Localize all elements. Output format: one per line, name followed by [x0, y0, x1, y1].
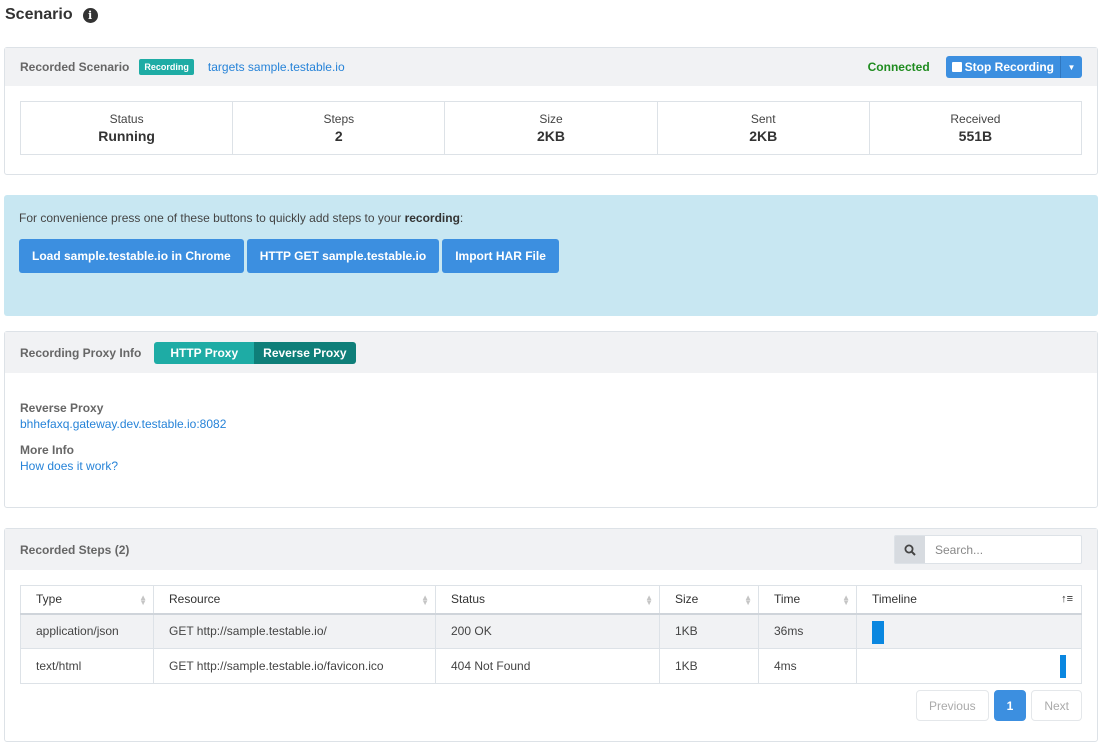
page-title-text: Scenario	[5, 6, 73, 23]
stat-label: Sent	[750, 112, 776, 126]
quick-add-text-bold: recording	[404, 211, 460, 225]
page-1-button[interactable]: 1	[993, 690, 1027, 721]
recording-stats: Status Running Steps 2 Size 2KB Sent 2KB…	[20, 101, 1082, 155]
stop-recording-button[interactable]: Stop Recording	[945, 56, 1060, 78]
sort-ascending-icon: ↑≡	[1061, 593, 1073, 605]
cell-timeline	[856, 648, 1082, 684]
table-row[interactable]: application/json GET http://sample.testa…	[20, 613, 1082, 649]
column-label: Size	[675, 592, 699, 607]
stat-label: Steps	[323, 112, 355, 126]
stop-recording-split-button: Stop Recording ▼	[945, 56, 1082, 78]
stat-status: Status Running	[21, 102, 234, 154]
proxy-info-header: Recording Proxy Info HTTP Proxy Reverse …	[5, 332, 1097, 373]
column-label: Time	[774, 592, 801, 607]
stat-label: Size	[539, 112, 563, 126]
stat-value: 2KB	[537, 128, 566, 144]
previous-page-button[interactable]: Previous	[915, 690, 989, 721]
table-header-row: Type ▲ ▼ Resource ▲ ▼ Status ▲ ▼ Size ▲ ▼ Time ▲ ▼…	[20, 585, 1082, 615]
stat-value: 2KB	[749, 128, 778, 144]
sort-icon: ▲ ▼	[645, 593, 653, 607]
caret-down-icon: ▼	[1067, 62, 1076, 72]
search-group	[894, 535, 1082, 564]
column-label: Type	[36, 592, 63, 607]
column-header-timeline[interactable]: Timeline ↑≡	[856, 585, 1082, 615]
next-page-button[interactable]: Next	[1031, 690, 1082, 721]
recorded-scenario-header: Recorded Scenario Recording targets samp…	[5, 48, 1097, 86]
sort-icon: ▲ ▼	[744, 593, 752, 607]
stat-sent: Sent 2KB	[658, 102, 870, 154]
column-label: Timeline	[872, 592, 917, 607]
recorded-scenario-title: Recorded Scenario	[20, 60, 130, 74]
cell-resource: GET http://sample.testable.io/	[153, 613, 436, 649]
quick-add-text-prefix: For convenience press one of these butto…	[19, 211, 405, 225]
timeline-bar	[1060, 655, 1066, 678]
tab-http-proxy[interactable]: HTTP Proxy	[154, 341, 255, 364]
stat-steps: Steps 2	[233, 102, 446, 154]
stat-value: Running	[98, 128, 155, 144]
column-header-status[interactable]: Status ▲ ▼	[435, 585, 660, 615]
stop-recording-dropdown-toggle[interactable]: ▼	[1060, 56, 1082, 78]
column-header-size[interactable]: Size ▲ ▼	[659, 585, 759, 615]
stat-value: 551B	[958, 128, 993, 144]
sort-icon: ▲ ▼	[421, 593, 429, 607]
cell-time: 36ms	[758, 613, 857, 649]
recorded-scenario-panel: Recorded Scenario Recording targets samp…	[4, 47, 1098, 175]
cell-status: 404 Not Found	[435, 648, 660, 684]
cell-type: application/json	[20, 613, 154, 649]
sort-icon: ▲ ▼	[842, 593, 850, 607]
how-does-it-work-link[interactable]: How does it work?	[20, 459, 118, 473]
quick-add-alert: For convenience press one of these butto…	[4, 195, 1098, 316]
recorded-steps-title: Recorded Steps (2)	[20, 542, 130, 557]
quick-add-text-suffix: :	[459, 211, 464, 225]
column-label: Status	[451, 592, 486, 607]
targets-link[interactable]: targets sample.testable.io	[208, 60, 345, 74]
recorded-steps-panel: Recorded Steps (2) Type ▲▼ Resource ▲▼ Sta…	[4, 528, 1098, 742]
cell-time: 4ms	[758, 648, 857, 684]
connection-status: Connected	[867, 60, 930, 74]
cell-size: 1KB	[659, 613, 759, 649]
column-header-type[interactable]: Type ▲ ▼	[20, 585, 154, 615]
cell-type: text/html	[20, 648, 154, 684]
stop-recording-label: Stop Recording	[964, 60, 1054, 74]
search-icon	[895, 536, 925, 563]
stat-label: Status	[109, 112, 144, 126]
recorded-steps-table: Type ▲ ▼ Resource ▲ ▼ Status ▲ ▼ Size ▲ ▼ Time ▲ ▼…	[20, 585, 1082, 684]
sort-icon: ▲ ▼	[139, 593, 147, 607]
proxy-info-title: Recording Proxy Info	[20, 345, 142, 360]
stop-icon	[951, 62, 962, 72]
stat-received: Received 551B	[870, 102, 1081, 154]
load-in-chrome-button[interactable]: Load sample.testable.io in Chrome	[19, 239, 244, 273]
stat-size: Size 2KB	[445, 102, 658, 154]
cell-size: 1KB	[659, 648, 759, 684]
reverse-proxy-label: Reverse Proxy	[20, 401, 104, 415]
column-label: Resource	[169, 592, 221, 607]
stat-label: Received	[950, 112, 1001, 126]
tab-reverse-proxy[interactable]: Reverse Proxy	[254, 341, 356, 364]
import-har-button[interactable]: Import HAR File	[442, 239, 559, 273]
proxy-type-toggle: HTTP Proxy Reverse Proxy	[154, 341, 356, 364]
cell-status: 200 OK	[435, 613, 660, 649]
column-header-time[interactable]: Time ▲ ▼	[758, 585, 857, 615]
recorded-steps-header: Recorded Steps (2)	[5, 529, 1097, 570]
cell-resource: GET http://sample.testable.io/favicon.ic…	[153, 648, 436, 684]
reverse-proxy-link[interactable]: bhhefaxq.gateway.dev.testable.io:8082	[20, 417, 226, 431]
stat-value: 2	[334, 128, 343, 144]
search-input[interactable]	[925, 536, 1081, 563]
more-info-label: More Info	[20, 443, 74, 457]
recording-badge: Recording	[139, 59, 194, 75]
cell-timeline	[856, 613, 1082, 649]
info-icon[interactable]: i	[82, 7, 98, 23]
quick-add-text: For convenience press one of these butto…	[19, 211, 1083, 225]
table-row[interactable]: text/html GET http://sample.testable.io/…	[20, 648, 1082, 684]
quick-add-buttons: Load sample.testable.io in Chrome HTTP G…	[19, 239, 1083, 273]
page-title: Scenario i	[5, 6, 98, 24]
pagination: Previous 1 Next	[915, 690, 1082, 721]
http-get-button[interactable]: HTTP GET sample.testable.io	[246, 239, 440, 273]
column-header-resource[interactable]: Resource ▲ ▼	[153, 585, 436, 615]
proxy-info-body: Reverse Proxy bhhefaxq.gateway.dev.testa…	[5, 373, 1097, 493]
timeline-bar	[872, 620, 884, 644]
proxy-info-panel: Recording Proxy Info HTTP Proxy Reverse …	[4, 331, 1098, 508]
